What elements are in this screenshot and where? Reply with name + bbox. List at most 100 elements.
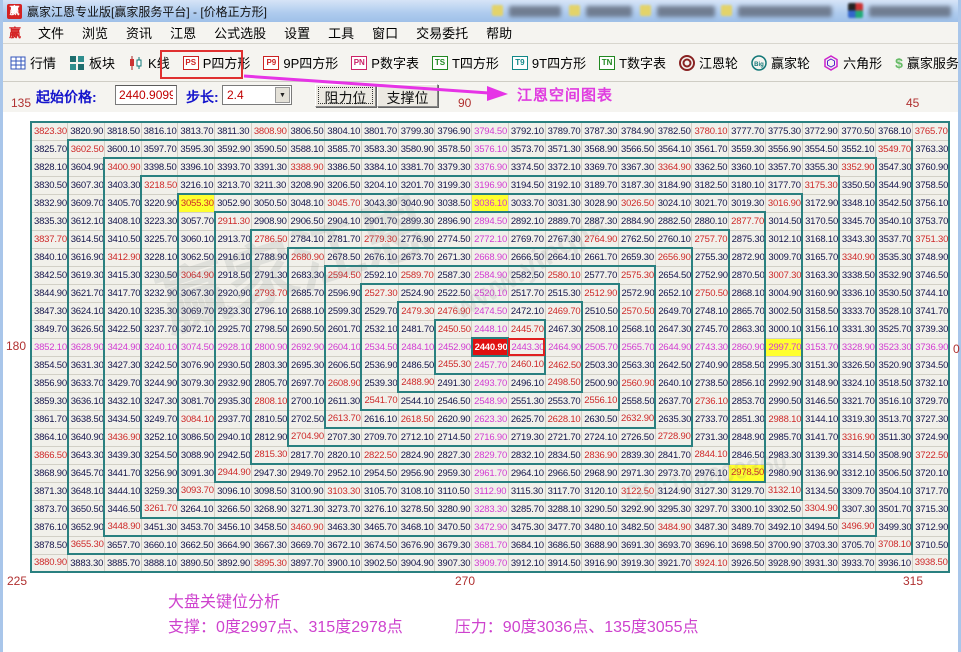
tool-江恩轮[interactable]: 江恩轮: [679, 53, 738, 72]
grid-cell[interactable]: 2553.70: [545, 392, 582, 410]
grid-cell[interactable]: 3256.90: [141, 464, 178, 482]
grid-cell[interactable]: 3285.70: [508, 500, 545, 518]
grid-cell[interactable]: 2510.50: [582, 302, 619, 320]
grid-cell[interactable]: 3429.70: [104, 374, 141, 392]
grid-cell[interactable]: 2700.10: [288, 392, 325, 410]
grid-cell[interactable]: 3492.10: [765, 518, 802, 536]
grid-cell[interactable]: 3021.70: [692, 194, 729, 212]
grid-cell[interactable]: 3456.10: [215, 518, 252, 536]
grid-cell[interactable]: 3849.70: [31, 320, 68, 338]
grid-cell[interactable]: 3765.70: [912, 122, 949, 140]
grid-cell[interactable]: 3206.50: [325, 176, 362, 194]
grid-cell[interactable]: 3360.10: [729, 158, 766, 176]
grid-cell[interactable]: 3446.50: [104, 500, 141, 518]
grid-cell[interactable]: 2738.50: [692, 374, 729, 392]
grid-cell[interactable]: 2570.50: [619, 302, 656, 320]
grid-cell[interactable]: 3326.50: [839, 356, 876, 374]
grid-cell[interactable]: 3604.90: [68, 158, 105, 176]
grid-cell[interactable]: 3768.10: [876, 122, 913, 140]
menu-item-3[interactable]: 资讯: [117, 24, 161, 43]
grid-cell[interactable]: 2529.70: [361, 302, 398, 320]
grid-cell[interactable]: 3348.10: [839, 194, 876, 212]
grid-cell[interactable]: 3420.10: [104, 302, 141, 320]
grid-cell[interactable]: 3156.10: [802, 320, 839, 338]
tool-T数字表[interactable]: TNT数字表: [599, 53, 666, 72]
grid-cell[interactable]: 3859.30: [31, 392, 68, 410]
grid-cell[interactable]: 2505.70: [582, 338, 619, 356]
grid-cell[interactable]: 3751.30: [912, 230, 949, 248]
grid-cell[interactable]: 2808.10: [251, 392, 288, 410]
grid-cell[interactable]: 2508.10: [582, 320, 619, 338]
grid-cell[interactable]: 3804.10: [325, 122, 362, 140]
grid-cell[interactable]: 3580.90: [398, 140, 435, 158]
grid-cell[interactable]: 3136.90: [802, 464, 839, 482]
grid-cell[interactable]: 3892.90: [215, 554, 252, 572]
grid-cell[interactable]: 2887.30: [582, 212, 619, 230]
grid-cell[interactable]: 3016.90: [765, 194, 802, 212]
grid-cell[interactable]: 3048.10: [288, 194, 325, 212]
grid-cell[interactable]: 2786.50: [251, 230, 288, 248]
grid-cell[interactable]: 3729.70: [912, 392, 949, 410]
grid-cell[interactable]: 2632.90: [619, 410, 656, 428]
grid-cell[interactable]: 3679.30: [435, 536, 472, 554]
grid-cell[interactable]: 3924.10: [692, 554, 729, 572]
grid-cell[interactable]: 3153.70: [802, 338, 839, 356]
grid-cell[interactable]: 2839.30: [619, 446, 656, 464]
grid-cell[interactable]: 3331.30: [839, 320, 876, 338]
grid-cell[interactable]: 3300.10: [729, 500, 766, 518]
grid-cell[interactable]: 3837.70: [31, 230, 68, 248]
grid-cell[interactable]: 3820.90: [68, 122, 105, 140]
grid-cell[interactable]: 3609.70: [68, 194, 105, 212]
grid-cell[interactable]: 2536.90: [361, 356, 398, 374]
grid-cell[interactable]: 3194.50: [508, 176, 545, 194]
grid-cell[interactable]: 3216.10: [178, 176, 215, 194]
grid-cell[interactable]: 2844.10: [692, 446, 729, 464]
grid-cell[interactable]: 2901.70: [361, 212, 398, 230]
support-button[interactable]: 支撑位: [377, 84, 438, 107]
grid-cell[interactable]: 3000.10: [765, 320, 802, 338]
grid-cell[interactable]: 3408.10: [104, 212, 141, 230]
grid-cell[interactable]: 2769.70: [508, 230, 545, 248]
grid-cell[interactable]: 2836.90: [582, 446, 619, 464]
grid-cell[interactable]: 2652.10: [655, 284, 692, 302]
grid-cell[interactable]: 3453.70: [178, 518, 215, 536]
grid-cell[interactable]: 3180.10: [729, 176, 766, 194]
grid-cell[interactable]: 2707.30: [325, 428, 362, 446]
grid-cell[interactable]: 2781.70: [325, 230, 362, 248]
grid-cell[interactable]: 2450.50: [435, 320, 472, 338]
tool-P数字表[interactable]: PNP数字表: [351, 53, 419, 72]
grid-cell[interactable]: 3328.90: [839, 338, 876, 356]
grid-cell[interactable]: 3919.30: [619, 554, 656, 572]
grid-cell[interactable]: 3681.70: [472, 536, 509, 554]
grid-cell[interactable]: 2493.70: [472, 374, 509, 392]
grid-cell[interactable]: 2942.50: [215, 446, 252, 464]
grid-cell[interactable]: 3405.70: [104, 194, 141, 212]
grid-cell[interactable]: 3052.90: [215, 194, 252, 212]
grid-cell[interactable]: 3062.50: [178, 248, 215, 266]
grid-cell[interactable]: 3631.30: [68, 356, 105, 374]
grid-cell[interactable]: 2995.30: [765, 356, 802, 374]
grid-cell[interactable]: 3763.30: [912, 140, 949, 158]
grid-cell[interactable]: 2647.30: [655, 320, 692, 338]
grid-cell[interactable]: 3160.90: [802, 284, 839, 302]
grid-cell[interactable]: 2760.10: [655, 230, 692, 248]
grid-cell[interactable]: 3247.30: [141, 392, 178, 410]
grid-cell[interactable]: 2820.10: [325, 446, 362, 464]
grid-cell[interactable]: 3115.30: [508, 482, 545, 500]
grid-cell[interactable]: 3019.30: [729, 194, 766, 212]
grid-cell[interactable]: 2616.10: [361, 410, 398, 428]
grid-cell[interactable]: 2896.90: [435, 212, 472, 230]
grid-cell[interactable]: 2923.30: [215, 302, 252, 320]
grid-cell[interactable]: 2956.90: [398, 464, 435, 482]
grid-cell[interactable]: 3288.10: [545, 500, 582, 518]
grid-cell[interactable]: 3069.70: [178, 302, 215, 320]
grid-cell[interactable]: 2551.30: [508, 392, 545, 410]
grid-cell[interactable]: 2668.90: [472, 248, 509, 266]
grid-cell[interactable]: 2788.90: [251, 248, 288, 266]
grid-cell[interactable]: 3057.70: [178, 212, 215, 230]
grid-cell[interactable]: 3122.50: [619, 482, 656, 500]
grid-cell[interactable]: 3060.10: [178, 230, 215, 248]
grid-cell[interactable]: 3607.30: [68, 176, 105, 194]
grid-cell[interactable]: 3388.90: [288, 158, 325, 176]
grid-cell[interactable]: 3595.30: [178, 140, 215, 158]
